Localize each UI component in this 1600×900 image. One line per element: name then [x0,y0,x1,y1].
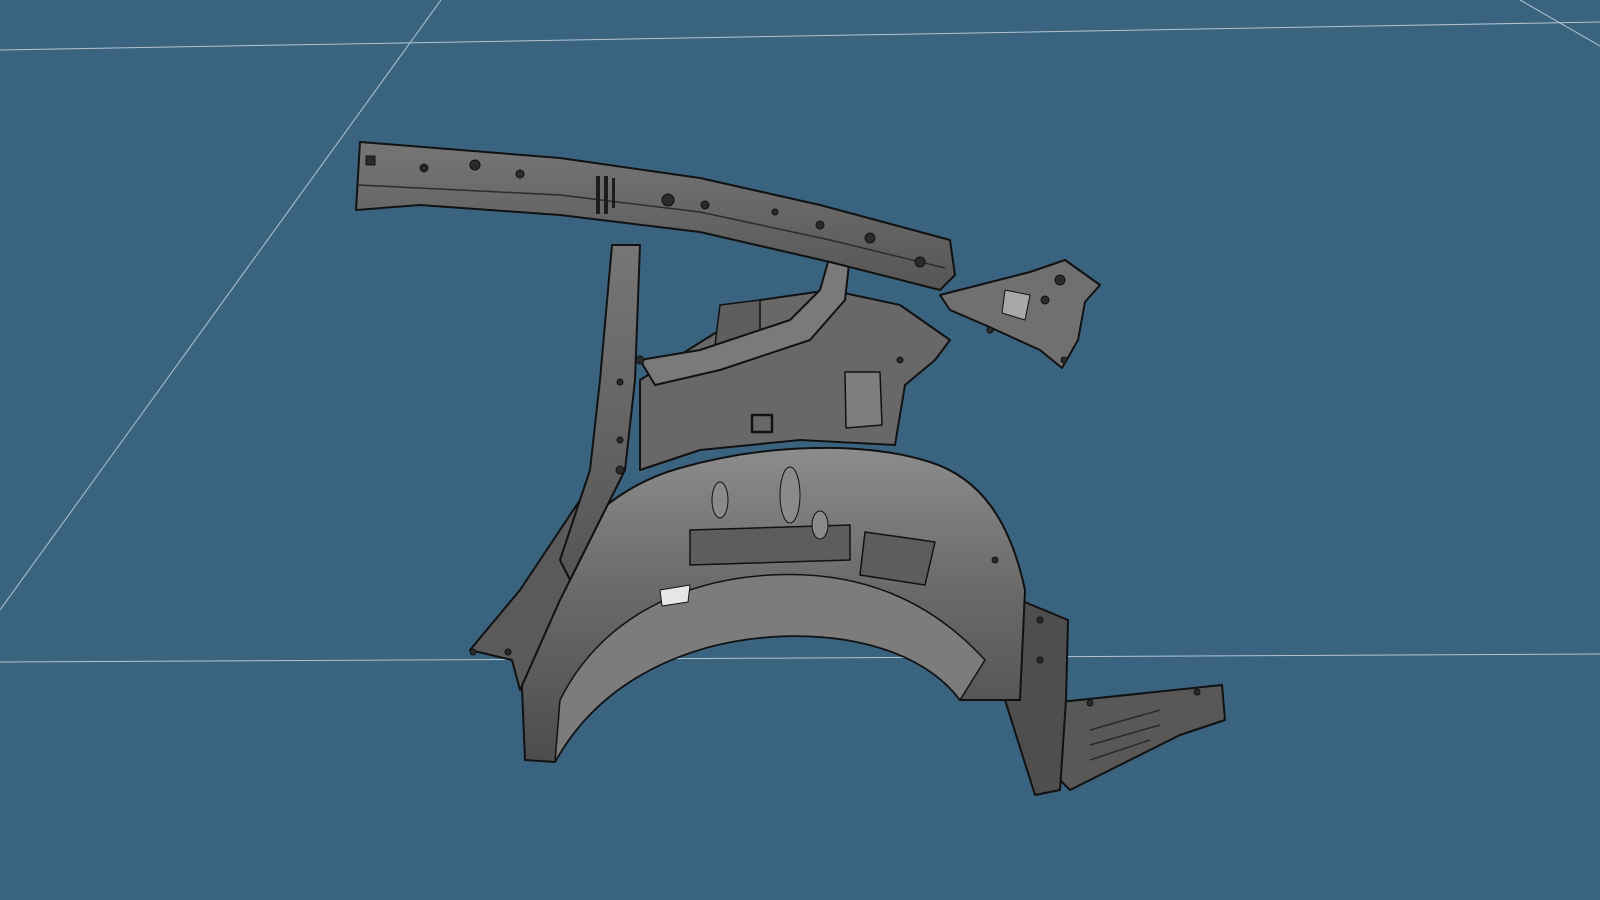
hole [1040,295,1050,305]
arch-bulge [711,481,729,519]
hole [515,169,525,179]
hole [1086,699,1094,707]
3d-viewport[interactable]: car body side panel / rear wheel arch (3… [0,0,1600,900]
hole [469,648,477,656]
roof-rail[interactable] [355,141,956,291]
hole [991,556,999,564]
rear-bracket[interactable] [1039,684,1226,791]
hole [635,355,645,365]
grid-line [0,0,442,611]
hole [616,436,624,444]
hole [365,155,376,166]
grid-line [0,653,1600,663]
hole [1054,274,1066,286]
hole [1060,356,1068,364]
hole [1036,656,1044,664]
hole [419,163,429,173]
inner-recess [844,371,883,429]
hole [700,200,710,210]
hole [771,208,779,216]
arch-bulge [811,510,829,540]
hole [864,232,876,244]
viewport-canvas[interactable] [0,0,1600,900]
3d-part-icon[interactable] [355,141,1226,796]
grid-line [0,21,1600,51]
hole [661,193,675,207]
hole [1193,688,1201,696]
hole [914,256,926,268]
hole [504,648,512,656]
hole [815,220,825,230]
hole [1036,616,1044,624]
hole [896,356,904,364]
hole [469,159,481,171]
arch-bulge [779,466,801,524]
arch-panel-strip [859,531,936,586]
hole [615,465,625,475]
hole [616,378,624,386]
hole [986,326,994,334]
